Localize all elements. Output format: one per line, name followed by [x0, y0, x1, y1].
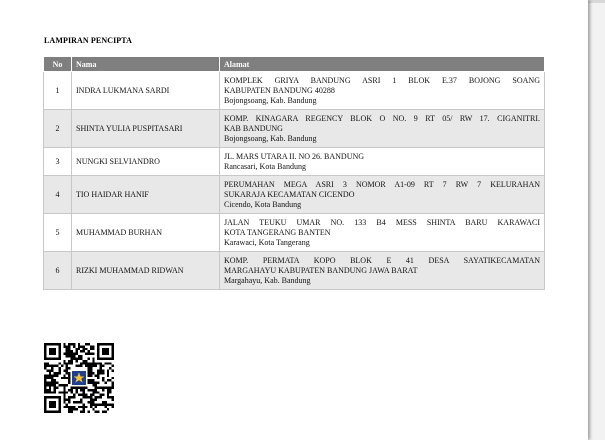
table-body: 1 INDRA LUKMANA SARDI KOMPLEK GRIYA BANDUN…: [43, 71, 545, 290]
address-city: Bojongsoang, Kab. Bandung: [224, 133, 317, 143]
table-row: 5 MUHAMMAD BURHAN JALAN TEUKU UMAR NO. 133…: [43, 213, 545, 252]
document-page: LAMPIRAN PENCIPTA No Nama Alamat 1 INDRA …: [0, 0, 588, 440]
creator-address: JALAN TEUKU UMAR NO. 133 B4 MESS SHINTA …: [219, 213, 545, 252]
address-city: Rancasari, Kota Bandung: [224, 161, 306, 171]
address-city: Bojongsoang, Kab. Bandung: [224, 95, 317, 105]
creator-name: INDRA LUKMANA SARDI: [71, 71, 220, 110]
table-row: 4 TIO HAIDAR HANIF PERUMAHAN MEGA ASRI 3 N…: [43, 175, 545, 214]
table-row: 3 NUNGKI SELVIANDRO JL. MARS UTARA II. NO …: [43, 147, 545, 176]
column-header-name: Nama: [71, 56, 220, 72]
row-number: 6: [43, 251, 72, 290]
address-line: KABUPATEN BANDUNG 40288: [224, 85, 335, 95]
address-line: JALAN TEUKU UMAR NO. 133 B4 MESS SHINTA …: [224, 217, 540, 227]
row-number: 3: [43, 147, 72, 176]
page-heading: LAMPIRAN PENCIPTA: [44, 36, 132, 45]
address-line: PERUMAHAN MEGA ASRI 3 NOMOR A1-09 RT 7 R…: [224, 179, 540, 189]
creator-address: JL. MARS UTARA II. NO 26. BANDUNG Rancasa…: [219, 147, 545, 176]
creator-name: MUHAMMAD BURHAN: [71, 213, 220, 252]
column-header-address: Alamat: [219, 56, 545, 72]
table-header-row: No Nama Alamat: [43, 56, 545, 72]
address-line: KOMPLEK GRIYA BANDUNG ASRI 1 BLOK E.37 B…: [224, 75, 540, 85]
creator-address: KOMP. PERMATA KOPO BLOK E 41 DESA SAYATI…: [219, 251, 545, 290]
address-city: Margahayu, Kab. Bandung: [224, 275, 311, 285]
row-number: 5: [43, 213, 72, 252]
row-number: 1: [43, 71, 72, 110]
address-line: MARGAHAYU KABUPATEN BANDUNG JAWA BARAT: [224, 265, 418, 275]
creator-address: KOMP. KINAGARA REGENCY BLOK O NO. 9 RT 0…: [219, 109, 545, 148]
row-number: 4: [43, 175, 72, 214]
table-row: 1 INDRA LUKMANA SARDI KOMPLEK GRIYA BANDUN…: [43, 71, 545, 110]
qr-code-icon: [44, 343, 114, 413]
creator-name: RIZKI MUHAMMAD RIDWAN: [71, 251, 220, 290]
table-row: 2 SHINTA YULIA PUSPITASARI KOMP. KINAGARA …: [43, 109, 545, 148]
creators-table: No Nama Alamat 1 INDRA LUKMANA SARDI KOMPL…: [43, 56, 545, 290]
creator-name: NUNGKI SELVIANDRO: [71, 147, 220, 176]
row-number: 2: [43, 109, 72, 148]
creator-name: TIO HAIDAR HANIF: [71, 175, 220, 214]
creator-name: SHINTA YULIA PUSPITASARI: [71, 109, 220, 148]
address-city: Cicendo, Kota Bandung: [224, 199, 302, 209]
creator-address: PERUMAHAN MEGA ASRI 3 NOMOR A1-09 RT 7 R…: [219, 175, 545, 214]
creator-address: KOMPLEK GRIYA BANDUNG ASRI 1 BLOK E.37 B…: [219, 71, 545, 110]
column-header-no: No: [43, 56, 72, 72]
address-line: KAB BANDUNG: [224, 123, 283, 133]
address-line: KOMP. KINAGARA REGENCY BLOK O NO. 9 RT 0…: [224, 113, 540, 123]
address-city: Karawaci, Kota Tangerang: [224, 237, 310, 247]
address-line: SUKARAJA KECAMATAN CICENDO: [224, 189, 355, 199]
address-line: KOTA TANGERANG BANTEN: [224, 227, 331, 237]
address-line: JL. MARS UTARA II. NO 26. BANDUNG: [224, 151, 365, 161]
address-line: KOMP. PERMATA KOPO BLOK E 41 DESA SAYATI…: [224, 255, 540, 265]
table-row: 6 RIZKI MUHAMMAD RIDWAN KOMP. PERMATA KOPO…: [43, 251, 545, 290]
